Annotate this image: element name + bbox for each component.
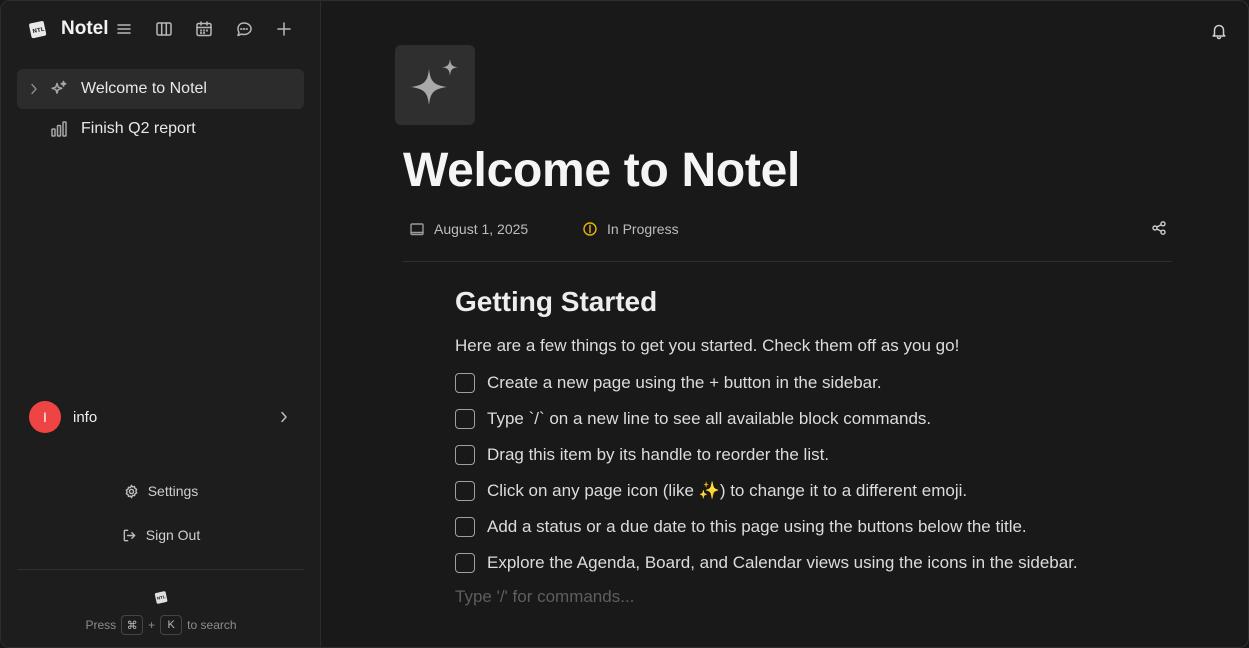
app-logo-icon: NTL xyxy=(153,589,169,605)
todo-text[interactable]: Create a new page using the + button in … xyxy=(487,373,882,393)
due-date-label: August 1, 2025 xyxy=(434,221,529,237)
todo-text[interactable]: Drag this item by its handle to reorder … xyxy=(487,445,829,465)
avatar: I xyxy=(29,401,61,433)
bell-icon[interactable] xyxy=(1209,21,1229,41)
status-label: In Progress xyxy=(607,221,679,237)
app-logo-icon: NTL xyxy=(27,18,49,40)
todo-text[interactable]: Click on any page icon (like ✨) to chang… xyxy=(487,481,967,501)
sparkles-icon xyxy=(411,59,458,105)
user-name: info xyxy=(73,409,98,426)
sparkles-icon xyxy=(49,79,69,99)
page-title: Welcome to Notel xyxy=(403,144,801,197)
command-input-placeholder[interactable]: Type '/' for commands... xyxy=(455,587,634,607)
sidebar-item-label: Welcome to Notel xyxy=(81,80,207,97)
intro-text: Here are a few things to get you started… xyxy=(455,336,960,355)
hint-suffix: to search xyxy=(187,618,237,632)
share-icon[interactable] xyxy=(1150,219,1168,237)
todo-checkbox[interactable] xyxy=(455,409,475,429)
todo-item: Add a status or a due date to this page … xyxy=(455,515,1027,539)
due-date-button[interactable]: August 1, 2025 xyxy=(409,219,528,239)
sign-out-icon xyxy=(123,529,136,541)
sidebar-item-label: Finish Q2 report xyxy=(81,120,196,137)
search-shortcut-hint: Press ⌘ + K to search xyxy=(1,615,321,635)
sidebar-header: NTL Notel xyxy=(27,15,109,43)
todo-checkbox[interactable] xyxy=(455,373,475,393)
sign-out-button[interactable]: Sign Out xyxy=(1,523,321,547)
app-title: Notel xyxy=(61,18,109,39)
bar-chart-icon xyxy=(49,119,69,139)
kbd-command: ⌘ xyxy=(121,615,144,635)
section-heading: Getting Started xyxy=(455,286,658,317)
sidebar-item-welcome[interactable]: Welcome to Notel xyxy=(17,69,304,109)
todo-item: Create a new page using the + button in … xyxy=(455,371,882,395)
calendar-icon[interactable] xyxy=(192,17,216,41)
columns-icon[interactable] xyxy=(152,17,176,41)
divider xyxy=(17,569,304,570)
todo-checkbox[interactable] xyxy=(455,445,475,465)
sign-out-label: Sign Out xyxy=(145,527,201,543)
chevron-right-icon[interactable] xyxy=(27,81,41,97)
hint-plus: + xyxy=(148,618,156,632)
menu-icon[interactable] xyxy=(112,17,136,41)
app-window: NTL Notel Welcome to Notel Finish Q2 rep… xyxy=(0,0,1249,648)
todo-item: Explore the Agenda, Board, and Calendar … xyxy=(455,551,1078,575)
page-icon-button[interactable] xyxy=(395,45,475,125)
chat-icon[interactable] xyxy=(232,17,256,41)
status-button[interactable]: In Progress xyxy=(582,219,679,239)
status-in-progress-icon xyxy=(583,222,597,236)
todo-text[interactable]: Explore the Agenda, Board, and Calendar … xyxy=(487,553,1078,573)
todo-checkbox[interactable] xyxy=(455,553,475,573)
todo-text[interactable]: Type `/` on a new line to see all availa… xyxy=(487,409,931,429)
hint-press: Press xyxy=(85,618,117,632)
kbd-k: K xyxy=(160,615,183,635)
todo-checkbox[interactable] xyxy=(455,517,475,537)
todo-text[interactable]: Add a status or a due date to this page … xyxy=(487,517,1027,537)
settings-label: Settings xyxy=(147,483,199,499)
calendar-icon xyxy=(410,223,424,236)
settings-button[interactable]: Settings xyxy=(1,479,321,503)
sidebar: NTL Notel Welcome to Notel Finish Q2 rep… xyxy=(1,1,321,647)
chevron-right-icon xyxy=(276,409,292,425)
gear-icon xyxy=(125,484,138,498)
divider xyxy=(403,261,1172,262)
sidebar-item-finish-q2-report[interactable]: Finish Q2 report xyxy=(17,109,304,149)
todo-item: Type `/` on a new line to see all availa… xyxy=(455,407,931,431)
plus-icon[interactable] xyxy=(272,17,296,41)
todo-checkbox[interactable] xyxy=(455,481,475,501)
todo-item: Drag this item by its handle to reorder … xyxy=(455,443,829,467)
user-menu[interactable]: I info xyxy=(17,397,304,437)
todo-item: Click on any page icon (like ✨) to chang… xyxy=(455,479,967,503)
